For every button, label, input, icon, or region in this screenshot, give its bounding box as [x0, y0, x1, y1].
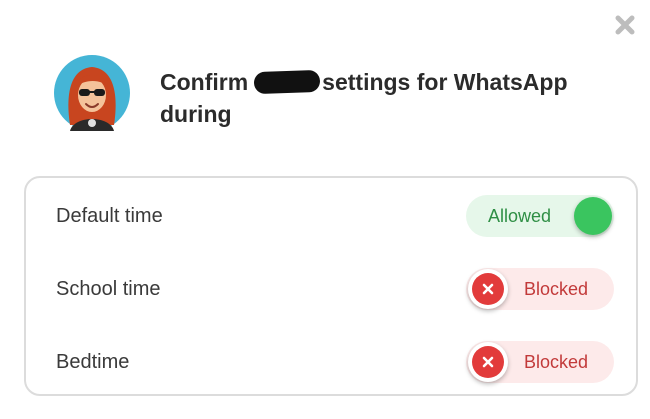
row-default-time: Default time Allowed — [56, 192, 614, 240]
avatar — [54, 55, 130, 131]
x-icon — [472, 273, 504, 305]
blocked-toggle[interactable]: Blocked — [466, 341, 614, 383]
close-button[interactable] — [610, 10, 640, 40]
blocked-toggle[interactable]: Blocked — [466, 268, 614, 310]
title-text-start: Confirm — [160, 69, 249, 95]
row-school-time: School time Blocked — [56, 265, 614, 313]
row-label: Default time — [56, 204, 163, 227]
toggle-knob — [468, 342, 508, 382]
x-icon — [472, 346, 504, 378]
settings-card: Default time Allowed School time Blocked… — [24, 176, 638, 396]
toggle-status: Blocked — [523, 278, 588, 299]
row-label: School time — [56, 277, 161, 300]
toggle-status: Allowed — [488, 205, 552, 226]
toggle-knob — [574, 197, 612, 235]
allowed-toggle[interactable]: Allowed — [466, 195, 614, 237]
redacted-name — [253, 69, 321, 95]
toggle-knob — [468, 269, 508, 309]
dialog-title: Confirm settings for WhatsApp during — [160, 66, 630, 130]
close-icon — [615, 15, 635, 35]
row-bedtime: Bedtime Blocked — [56, 338, 614, 386]
row-label: Bedtime — [56, 350, 130, 373]
toggle-status: Blocked — [523, 351, 588, 372]
